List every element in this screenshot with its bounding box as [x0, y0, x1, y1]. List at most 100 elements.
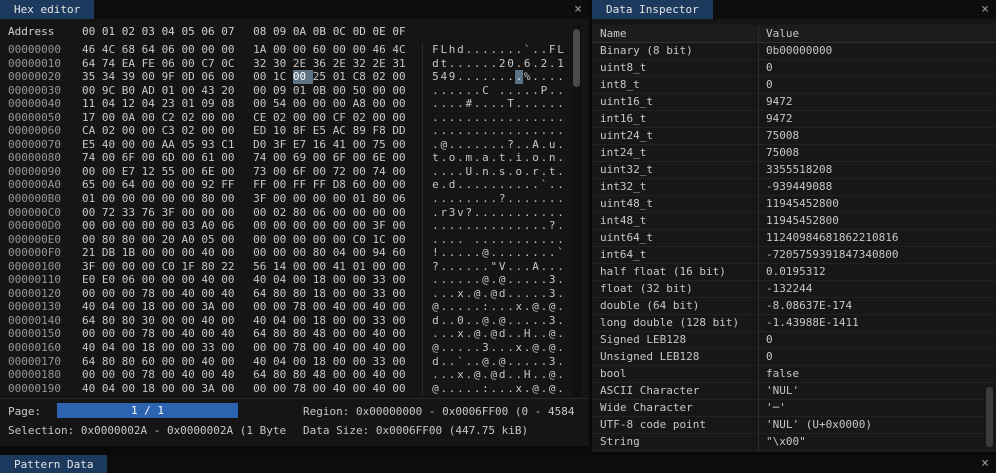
hex-byte[interactable]: 80	[273, 327, 293, 341]
hex-byte[interactable]: A8	[353, 97, 373, 111]
ascii-char[interactable]: ?	[431, 260, 439, 274]
hex-byte[interactable]: 80	[293, 287, 313, 301]
hex-byte[interactable]: 00	[102, 192, 122, 206]
inspector-row[interactable]: uint48_t 11945452800	[592, 196, 996, 213]
ascii-char[interactable]: .	[515, 233, 523, 247]
ascii-char[interactable]: .	[431, 327, 439, 341]
hex-byte[interactable]: 00	[142, 178, 162, 192]
ascii-char[interactable]: .	[506, 341, 514, 355]
ascii-char[interactable]: L	[556, 43, 564, 57]
hex-byte[interactable]: A0	[181, 233, 201, 247]
hex-byte[interactable]: 09	[201, 97, 221, 111]
ascii-char[interactable]: .	[448, 57, 456, 71]
hex-byte[interactable]: 64	[253, 368, 273, 382]
hex-byte[interactable]: 00	[82, 219, 102, 233]
inspector-row[interactable]: Binary (8 bit) 0b00000000	[592, 43, 996, 60]
hex-byte[interactable]: 32	[253, 57, 273, 71]
ascii-char[interactable]: u	[548, 138, 556, 152]
ascii-char[interactable]: .	[490, 382, 498, 396]
hex-byte[interactable]: 80	[293, 206, 313, 220]
ascii-char[interactable]: .	[523, 124, 531, 138]
hex-byte[interactable]: 00	[392, 206, 412, 220]
hex-byte[interactable]: 40	[201, 355, 221, 369]
hex-byte[interactable]: 40	[253, 314, 273, 328]
ascii-char[interactable]: .	[498, 178, 506, 192]
ascii-char[interactable]: .	[506, 355, 514, 369]
ascii-char[interactable]: @	[531, 300, 539, 314]
hex-byte[interactable]: 00	[293, 260, 313, 274]
ascii-char[interactable]: .	[440, 300, 448, 314]
ascii-char[interactable]: 2	[498, 57, 506, 71]
ascii-char[interactable]: .	[456, 165, 464, 179]
hex-byte[interactable]: 21	[82, 246, 102, 260]
hex-byte[interactable]: 00	[122, 219, 142, 233]
ascii-char[interactable]: .	[481, 138, 489, 152]
hex-byte[interactable]: 3F	[372, 219, 392, 233]
hex-byte[interactable]: 36	[313, 57, 333, 71]
hex-byte[interactable]: 55	[162, 165, 182, 179]
ascii-char[interactable]: .	[431, 124, 439, 138]
hex-byte[interactable]: 00	[293, 314, 313, 328]
ascii-char[interactable]: 3	[548, 273, 556, 287]
hex-byte[interactable]: 00	[82, 233, 102, 247]
ascii-char[interactable]: .	[556, 219, 564, 233]
ascii-char[interactable]: .	[465, 192, 473, 206]
ascii-char[interactable]: d	[431, 355, 439, 369]
hex-byte[interactable]: 00	[102, 219, 122, 233]
hex-byte[interactable]: 69	[293, 151, 313, 165]
ascii-char[interactable]: .	[523, 151, 531, 165]
ascii-char[interactable]: .	[556, 341, 564, 355]
ascii-char[interactable]: .	[490, 97, 498, 111]
ascii-char[interactable]: .	[531, 192, 539, 206]
ascii-char[interactable]: .	[431, 192, 439, 206]
hex-byte[interactable]: 00	[293, 219, 313, 233]
ascii-char[interactable]: .	[540, 355, 548, 369]
ascii-char[interactable]: .	[473, 43, 481, 57]
ascii-char[interactable]: .	[523, 165, 531, 179]
hex-byte[interactable]: E7	[122, 165, 142, 179]
data-inspector-tab[interactable]: Data Inspector	[592, 0, 713, 19]
ascii-char[interactable]: .	[431, 111, 439, 125]
hex-byte[interactable]: 00	[392, 260, 412, 274]
ascii-char[interactable]: @	[473, 368, 481, 382]
ascii-char[interactable]: .	[490, 70, 498, 84]
hex-byte[interactable]: 00	[353, 314, 373, 328]
hex-byte[interactable]: 00	[253, 219, 273, 233]
hex-byte[interactable]: 00	[313, 341, 333, 355]
hex-byte[interactable]: 80	[102, 314, 122, 328]
hex-byte[interactable]: 20	[221, 84, 241, 98]
ascii-char[interactable]: t	[440, 57, 448, 71]
ascii-char[interactable]: .	[465, 57, 473, 71]
ascii-char[interactable]: .	[456, 111, 464, 125]
hex-byte[interactable]: 01	[353, 260, 373, 274]
hex-byte[interactable]: 00	[142, 260, 162, 274]
ascii-char[interactable]: .	[456, 97, 464, 111]
ascii-char[interactable]: .	[531, 43, 539, 57]
hex-byte[interactable]: 3A	[201, 300, 221, 314]
hex-byte[interactable]: 00	[162, 368, 182, 382]
hex-byte[interactable]: 33	[201, 341, 221, 355]
ascii-char[interactable]: .	[440, 165, 448, 179]
hex-byte[interactable]: 78	[142, 327, 162, 341]
ascii-char[interactable]: .	[548, 97, 556, 111]
hex-byte[interactable]: 00	[181, 178, 201, 192]
ascii-char[interactable]: .	[523, 192, 531, 206]
hex-byte[interactable]: 00	[82, 368, 102, 382]
ascii-char[interactable]: @	[498, 314, 506, 328]
hex-byte[interactable]: 6F	[122, 151, 142, 165]
hex-byte[interactable]: 00	[82, 84, 102, 98]
ascii-char[interactable]: .	[506, 219, 514, 233]
hex-byte[interactable]: 00	[221, 233, 241, 247]
ascii-char[interactable]: .	[506, 43, 514, 57]
inspector-row[interactable]: double (64 bit) -8.08637E-174	[592, 298, 996, 315]
hex-byte[interactable]: 74	[253, 151, 273, 165]
ascii-char[interactable]: .	[523, 314, 531, 328]
hex-byte[interactable]: 00	[142, 192, 162, 206]
hex-byte[interactable]: 00	[293, 43, 313, 57]
ascii-char[interactable]: .	[465, 355, 473, 369]
hex-byte[interactable]: 40	[181, 327, 201, 341]
hex-byte[interactable]: 00	[221, 246, 241, 260]
hex-byte[interactable]: 00	[221, 165, 241, 179]
ascii-char[interactable]: .	[448, 84, 456, 98]
ascii-char[interactable]: .	[556, 287, 564, 301]
